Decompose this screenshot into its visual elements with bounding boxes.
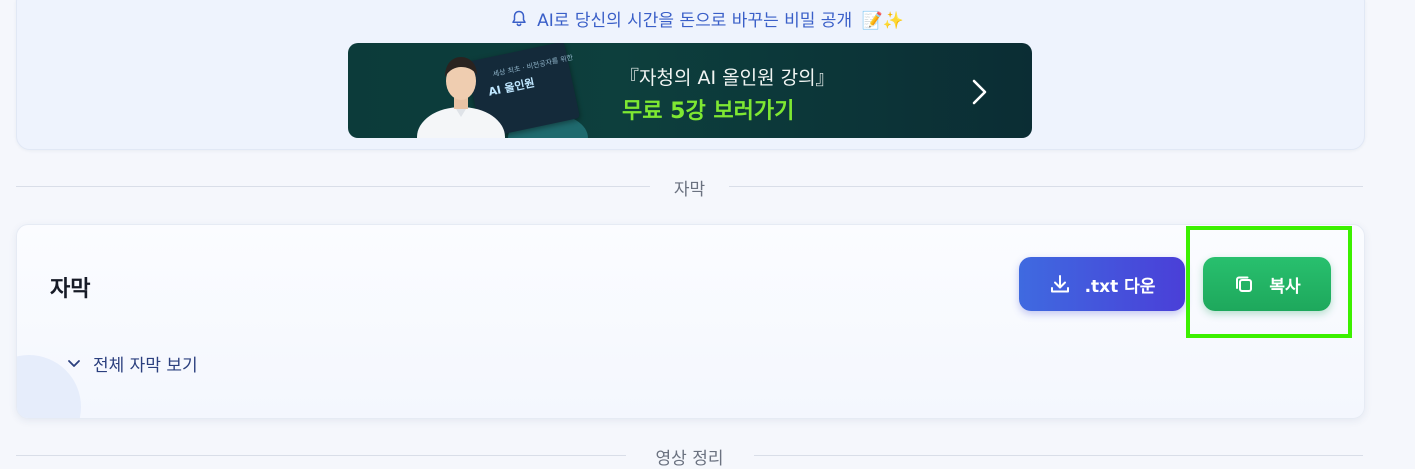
- section-divider-video-summary: 영상 정리: [16, 445, 1363, 469]
- download-txt-button[interactable]: .txt 다운: [1019, 257, 1185, 311]
- promo-title-text: AI로 당신의 시간을 돈으로 바꾸는 비밀 공개: [537, 11, 853, 31]
- banner-headline: 『자청의 AI 올인원 강의』: [620, 67, 835, 89]
- subtitles-card: 자막 전체 자막 보기: [16, 224, 1365, 419]
- section-divider-subtitles: 자막: [16, 176, 1363, 200]
- chevron-right-icon: [972, 79, 987, 105]
- subtitles-card-title: 자막: [50, 277, 91, 302]
- download-txt-label: .txt 다운: [1084, 276, 1156, 297]
- promo-title: AI로 당신의 시간을 돈으로 바꾸는 비밀 공개 📝✨: [0, 6, 1415, 33]
- course-banner[interactable]: 세상 최초 · 비전공자를 위한 AI 올인원 『자청의 AI 올인원 강의』 …: [348, 43, 1032, 138]
- bell-icon: [511, 10, 527, 33]
- banner-cta: 무료 5강 보러가기: [622, 99, 795, 124]
- chevron-down-icon: [68, 359, 80, 367]
- copy-button-highlight: [1186, 226, 1352, 338]
- section-divider-label: 영상 정리: [655, 449, 724, 469]
- promo-title-emoji: 📝✨: [861, 11, 904, 31]
- instructor-photo: [417, 57, 505, 138]
- section-divider-label: 자막: [673, 180, 706, 200]
- show-all-subtitles-toggle[interactable]: 전체 자막 보기: [67, 351, 198, 376]
- show-all-subtitles-label: 전체 자막 보기: [93, 356, 198, 376]
- download-icon: [1050, 275, 1069, 293]
